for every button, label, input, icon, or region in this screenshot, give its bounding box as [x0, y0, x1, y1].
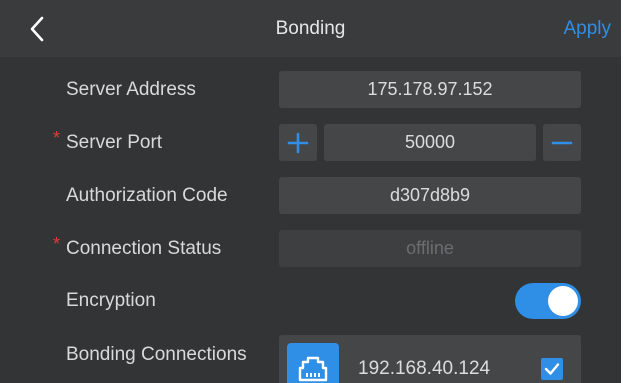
connection-checkbox[interactable]: [541, 358, 563, 380]
server-port-label: Server Port: [66, 132, 163, 153]
server-address-input[interactable]: [279, 71, 581, 108]
plus-icon: [287, 132, 309, 153]
server-address-field[interactable]: [279, 71, 581, 108]
authorization-code-label: Authorization Code: [66, 185, 228, 206]
connection-status-field: offline: [279, 230, 581, 267]
required-marker: *: [53, 128, 61, 148]
required-marker: *: [53, 234, 61, 254]
bonding-screen: Bonding Apply Server Address * Server Po…: [0, 0, 621, 383]
minus-icon: [551, 141, 573, 144]
bonding-connection-item[interactable]: 192.168.40.124: [279, 335, 581, 383]
server-address-label: Server Address: [66, 79, 196, 100]
chevron-left-icon: [30, 16, 44, 42]
page-title: Bonding: [275, 18, 346, 39]
port-decrement-button[interactable]: [543, 124, 581, 161]
authorization-code-field[interactable]: [279, 177, 581, 214]
checkmark-icon: [544, 363, 560, 375]
authorization-code-input[interactable]: [279, 177, 581, 214]
ethernet-port-icon: [287, 343, 339, 383]
bonding-connections-label: Bonding Connections: [66, 344, 247, 365]
server-port-field[interactable]: [324, 124, 536, 161]
server-port-input[interactable]: [324, 124, 536, 161]
connection-status-label: Connection Status: [66, 238, 222, 259]
header-bar: Bonding Apply: [0, 0, 621, 57]
apply-button[interactable]: Apply: [563, 0, 611, 57]
port-increment-button[interactable]: [279, 124, 317, 161]
encryption-toggle[interactable]: [515, 283, 581, 319]
encryption-label: Encryption: [66, 290, 156, 311]
back-button[interactable]: [22, 14, 52, 44]
toggle-knob: [548, 286, 578, 316]
connection-ip: 192.168.40.124: [358, 358, 491, 379]
